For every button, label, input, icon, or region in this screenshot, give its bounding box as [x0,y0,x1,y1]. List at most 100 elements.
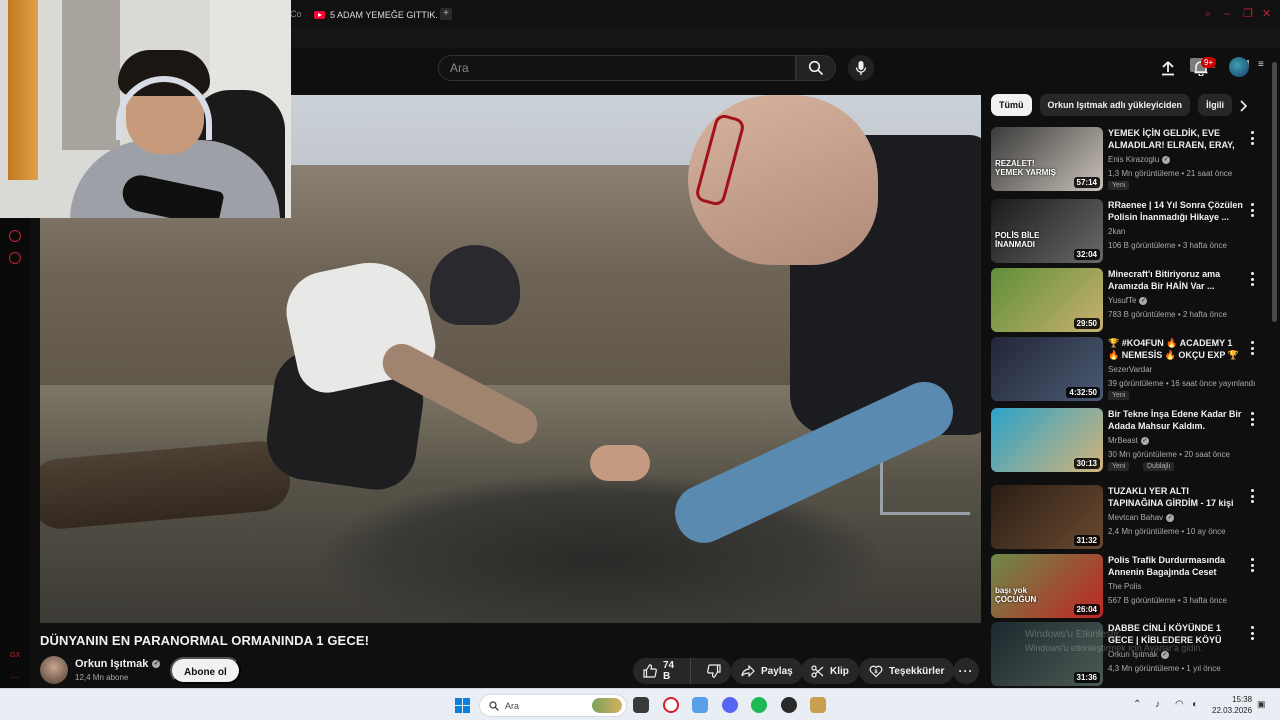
share-label: Paylaş [761,665,793,677]
recommendation-thumbnail[interactable]: başı yok ÇOCUĞUN 26:04 [991,554,1103,618]
active-tab[interactable]: 5 ADAM YEMEĞE GITTIK. [314,7,438,23]
recommendation-item[interactable]: başı yok ÇOCUĞUN 26:04 Polis Trafik Durdur… [991,554,1261,618]
more-vertical-icon[interactable] [1250,489,1254,503]
channel-avatar[interactable] [40,656,68,684]
voice-search-button[interactable] [848,55,874,81]
sidebar-gx-label[interactable]: GX [10,652,20,659]
chip-from-uploader[interactable]: Orkun Işıtmak adlı yükleyiciden [1039,94,1191,116]
new-tab-button[interactable]: + [440,8,452,20]
tray-wifi-icon[interactable]: ◠ [1175,699,1184,710]
more-vertical-icon[interactable] [1250,558,1254,572]
recommendation-title[interactable]: 🏆 #KO4FUN 🔥 ACADEMY 1 🔥 NEMESİS 🔥 OKÇU E… [1108,337,1243,361]
verified-icon: ✓ [1139,296,1148,305]
channel-name-row[interactable]: Orkun Işıtmak ✓ [75,658,161,670]
maximize-icon[interactable]: ❐ [1243,8,1253,20]
tray-chevron-up-icon[interactable]: ⌃ [1133,699,1141,710]
sidebar-settings-icon[interactable] [9,252,21,264]
recommendation-meta: 2,4 Mn görüntüleme • 10 ay önce [1108,527,1226,536]
discord-icon[interactable] [722,697,738,713]
meta-separator: • [1175,310,1183,319]
chip-related[interactable]: İlgili [1198,94,1233,116]
taskbar-search-placeholder: Ara [505,700,520,711]
upload-age: 2 hafta önce [1182,310,1227,319]
more-vertical-icon[interactable] [1250,203,1254,217]
like-button[interactable]: 74 B [633,658,691,684]
recommendation-thumbnail[interactable]: 4:32:50 [991,337,1103,401]
thanks-button[interactable]: $ Teşekkürler [859,658,955,684]
minimize-icon[interactable]: – [1224,8,1230,20]
account-avatar[interactable] [1229,57,1249,77]
view-count: 2,4 Mn görüntüleme [1108,527,1180,536]
view-count: 106 B görüntüleme [1108,241,1176,250]
more-vertical-icon[interactable] [1250,272,1254,286]
more-vertical-icon[interactable] [1250,341,1254,355]
recommendation-thumbnail[interactable]: 31:32 [991,485,1103,549]
recommendation-title[interactable]: Polis Trafik Durdurmasında Annenin Bagaj… [1108,554,1243,578]
recommendation-channel[interactable]: YusufTe ✓ [1108,296,1148,305]
webcam-shelf [62,0,120,150]
menu-icon[interactable]: ≡ [1258,59,1264,70]
scrollbar-thumb[interactable] [1272,62,1277,322]
search-input[interactable] [439,56,795,80]
league-of-legends-icon[interactable] [810,697,826,713]
upload-age: 20 saat önce [1184,450,1230,459]
recommendation-channel[interactable]: MrBeast ✓ [1108,436,1149,445]
chip-all[interactable]: Tümü [991,94,1032,116]
recommendation-thumbnail[interactable]: POLİS BİLE İNANMADI 32:04 [991,199,1103,263]
recommendation-channel[interactable]: The Polis [1108,582,1141,591]
recommendation-item[interactable]: 29:50 Minecraft'ı Bitiriyoruz ama Aramızd… [991,268,1261,332]
recommendation-channel[interactable]: Mevtcan Bahav ✓ [1108,513,1175,522]
recommendation-channel[interactable]: Enis Kirazoglu ✓ [1108,155,1171,164]
video-duration: 30:13 [1073,458,1100,469]
recommendation-thumbnail[interactable]: REZALET! YEMEK YARMIŞ 57:14 [991,127,1103,191]
clip-button[interactable]: Klip [801,658,859,684]
subscribe-button[interactable]: Abone ol [170,657,241,684]
tray-microphone-icon[interactable]: ♪ [1155,699,1160,710]
search-button[interactable] [796,55,836,81]
scrollbar[interactable] [1272,52,1277,682]
recommendation-channel[interactable]: 2kan [1108,227,1125,236]
share-button[interactable]: Paylaş [731,658,803,684]
more-vertical-icon[interactable] [1250,626,1254,640]
previous-tab-fragment[interactable]: Co [290,9,302,19]
recommendation-item[interactable]: 31:32 TUZAKLI YER ALTI TAPINAĞINA GİRDİM … [991,485,1261,549]
recommendation-item[interactable]: POLİS BİLE İNANMADI 32:04 RRaenee | 14 Yıl… [991,199,1261,263]
taskbar-search[interactable]: Ara [479,694,627,717]
recommendation-thumbnail[interactable]: 29:50 [991,268,1103,332]
browser-search-icon[interactable]: ⌕ [1205,8,1211,20]
recommendation-item[interactable]: 30:13 Bir Tekne İnşa Edene Kadar Bir Adad… [991,408,1261,472]
webcam-overlay [0,0,291,218]
recommendation-title[interactable]: RRaenee | 14 Yıl Sonra Çözülen Polisin İ… [1108,199,1243,223]
recommendation-title[interactable]: Minecraft'ı Bitiriyoruz ama Aramızda Bir… [1108,268,1243,292]
recommendation-channel[interactable]: SezerVardar [1108,365,1152,374]
more-actions-button[interactable]: ··· [953,658,979,684]
recommendation-thumbnail[interactable]: 30:13 [991,408,1103,472]
tray-volume-icon[interactable]: ◖ [1191,699,1197,710]
close-icon[interactable]: ✕ [1262,8,1271,20]
recommendation-title[interactable]: TUZAKLI YER ALTI TAPINAĞINA GİRDİM - 17 … [1108,485,1243,509]
recommendation-title[interactable]: Bir Tekne İnşa Edene Kadar Bir Adada Mah… [1108,408,1243,432]
recommendation-title[interactable]: YEMEK İÇİN GELDİK, EVE ALMADILAR! ELRAEN… [1108,127,1243,151]
more-vertical-icon[interactable] [1250,131,1254,145]
thumbnail-caption: başı yok ÇOCUĞUN [995,586,1037,604]
dislike-button[interactable] [697,658,731,684]
steam-icon[interactable] [781,697,797,713]
sidebar-history-icon[interactable] [9,230,21,242]
notification-center-icon[interactable]: ▣ [1257,699,1266,710]
sidebar-more-icon[interactable]: ··· [10,672,19,682]
chevron-right-icon[interactable] [1236,99,1250,113]
task-view-icon[interactable] [633,697,649,713]
network-app-icon[interactable] [692,697,708,713]
upload-button[interactable] [1158,58,1178,78]
start-button[interactable] [455,698,470,713]
recommendation-item[interactable]: REZALET! YEMEK YARMIŞ 57:14 YEMEK İÇİN GEL… [991,127,1261,191]
recommendation-item[interactable]: 4:32:50 🏆 #KO4FUN 🔥 ACADEMY 1 🔥 NEMESİS 🔥… [991,337,1261,401]
thanks-label: Teşekkürler [889,665,945,677]
recommendation-meta: 39 görüntüleme • 16 saat önce yayınlandı [1108,379,1255,388]
more-vertical-icon[interactable] [1250,412,1254,426]
recommendation-meta: 106 B görüntüleme • 3 hafta önce [1108,241,1227,250]
spotify-icon[interactable] [751,697,767,713]
search-box [438,55,796,81]
taskbar-clock[interactable]: 15:38 22.03.2026 [1212,694,1252,716]
opera-gx-icon[interactable] [663,697,679,713]
